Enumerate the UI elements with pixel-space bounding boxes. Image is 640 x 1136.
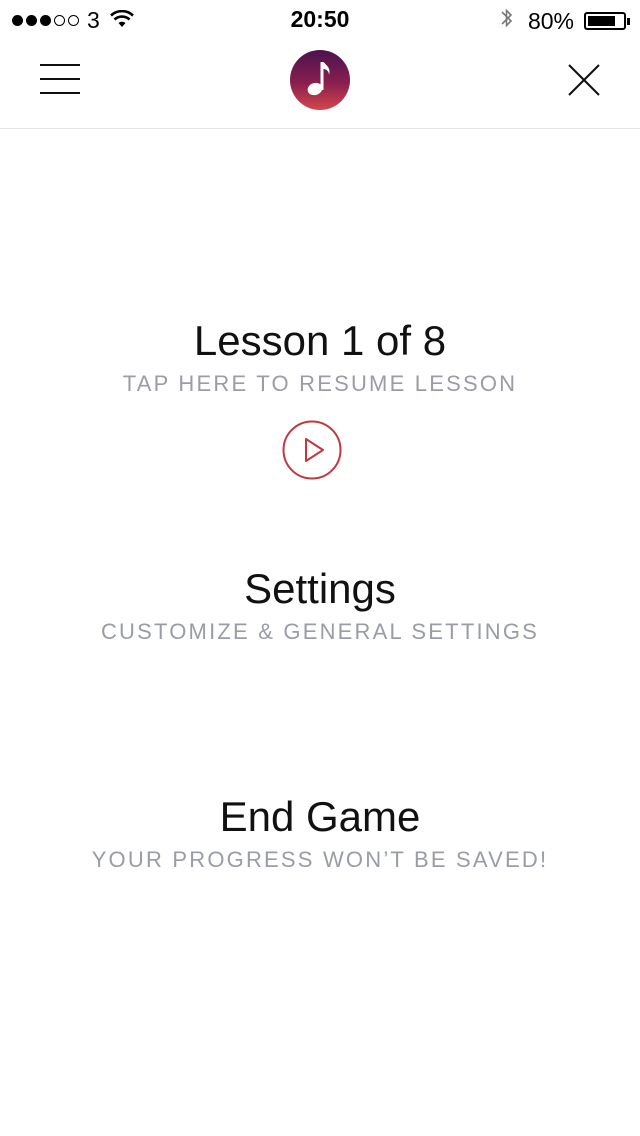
lesson-title: Lesson 1 of 8 [193,317,447,364]
status-right: 80% [500,6,630,36]
battery-tip [627,17,630,25]
end-game-subtitle: YOUR PROGRESS WON’T BE SAVED! [91,847,549,872]
app-logo [290,50,350,110]
battery-fill [588,16,616,26]
hamburger-menu-icon[interactable] [40,64,80,96]
battery-percent: 80% [527,8,574,34]
settings-subtitle: CUSTOMIZE & GENERAL SETTINGS [100,619,540,644]
menu-line [40,92,80,94]
menu-line [40,78,80,80]
lesson-subtitle: TAP HERE TO RESUME LESSON [122,371,518,396]
bluetooth-icon [500,6,514,36]
settings-item[interactable]: Settings CUSTOMIZE & GENERAL SETTINGS [0,564,640,646]
resume-lesson-item[interactable]: Lesson 1 of 8 TAP HERE TO RESUME LESSON [0,316,640,398]
end-game-item[interactable]: End Game YOUR PROGRESS WON’T BE SAVED! [0,792,640,874]
status-bar: 3 20:50 80% [0,0,640,40]
battery-icon [584,12,626,30]
menu-line [40,64,80,66]
music-note-icon [305,58,335,103]
settings-title: Settings [244,565,396,612]
nav-bar [0,40,640,129]
close-icon[interactable] [568,64,600,96]
end-game-title: End Game [219,793,421,840]
play-icon[interactable] [282,420,342,480]
